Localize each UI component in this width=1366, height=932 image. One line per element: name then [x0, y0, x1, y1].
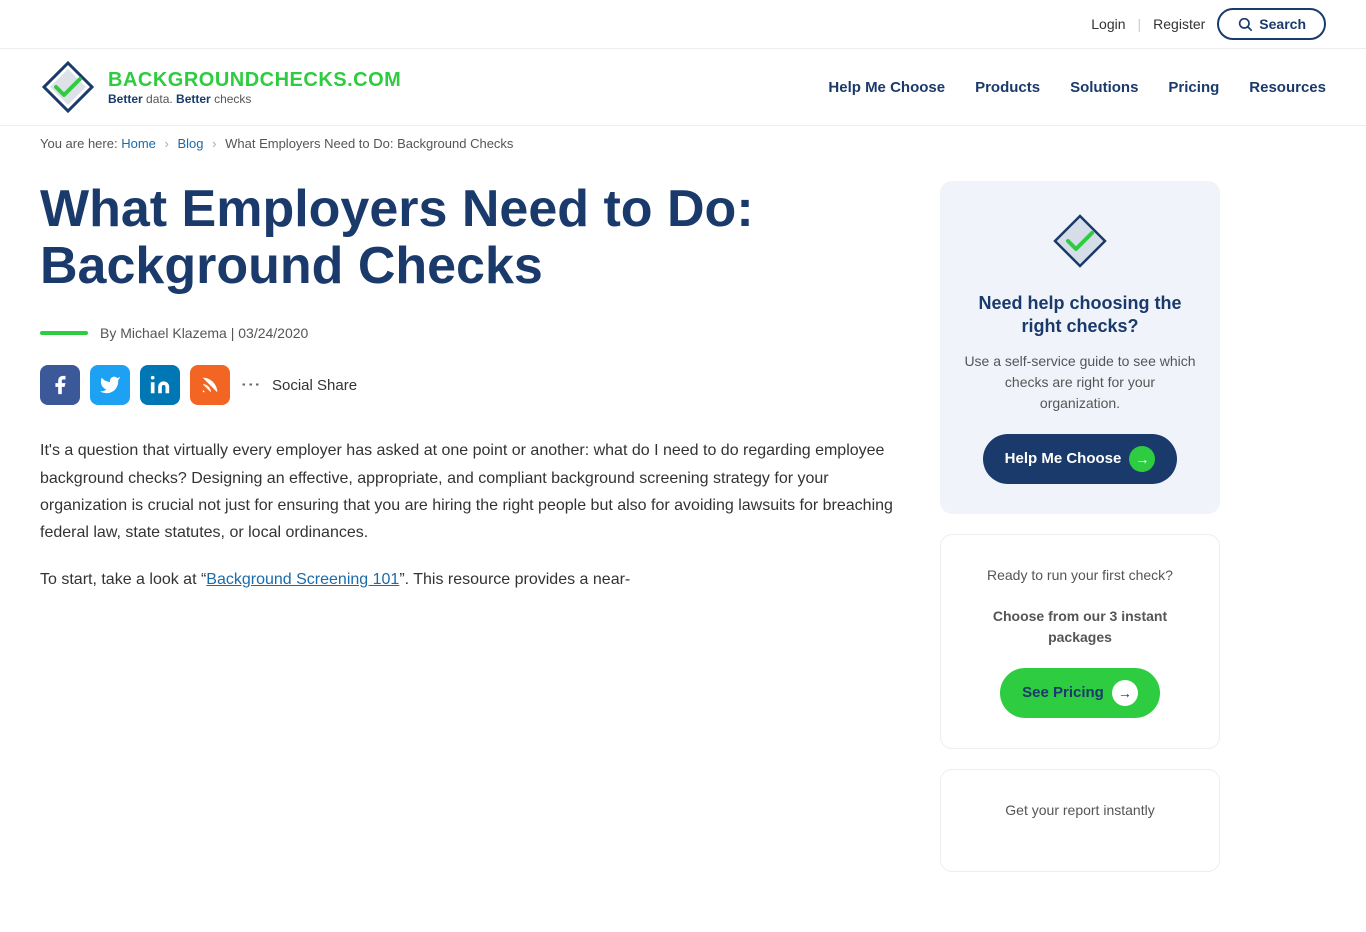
logo-main-text: BACKGROUNDCHECKS.COM — [108, 69, 401, 92]
facebook-icon — [49, 374, 71, 396]
search-icon — [1237, 16, 1253, 32]
sidebar-column: Need help choosing the right checks? Use… — [940, 181, 1220, 892]
help-me-choose-button[interactable]: Help Me Choose → — [983, 434, 1178, 484]
author-line: By Michael Klazema | 03/24/2020 — [40, 325, 900, 341]
main-nav: Help Me Choose Products Solutions Pricin… — [828, 79, 1326, 96]
twitter-icon — [99, 374, 121, 396]
linkedin-icon — [149, 374, 171, 396]
pricing-btn-label: See Pricing — [1022, 684, 1104, 701]
separator: | — [1138, 16, 1142, 32]
sidebar-card-help: Need help choosing the right checks? Use… — [940, 181, 1220, 514]
sidebar-card2-subtitle: Choose from our 3 instant packages — [965, 606, 1195, 648]
help-btn-arrow: → — [1129, 446, 1155, 472]
login-link[interactable]: Login — [1091, 16, 1125, 32]
logo-icon — [40, 59, 96, 115]
search-button[interactable]: Search — [1217, 8, 1326, 40]
top-bar: Login | Register Search — [0, 0, 1366, 49]
linkedin-share-button[interactable] — [140, 365, 180, 405]
header: BACKGROUNDCHECKS.COM Better data. Better… — [0, 49, 1366, 126]
nav-products[interactable]: Products — [975, 79, 1040, 96]
twitter-share-button[interactable] — [90, 365, 130, 405]
help-btn-label: Help Me Choose — [1005, 450, 1122, 467]
sidebar-logo-icon — [1050, 211, 1110, 271]
breadcrumb-sep2: › — [212, 136, 216, 151]
facebook-share-button[interactable] — [40, 365, 80, 405]
breadcrumb-sep1: › — [165, 136, 169, 151]
see-pricing-button[interactable]: See Pricing → — [1000, 668, 1160, 718]
logo-area: BACKGROUNDCHECKS.COM Better data. Better… — [40, 59, 401, 115]
pricing-btn-arrow: → — [1112, 680, 1138, 706]
social-share-row: ⋮ Social Share — [40, 365, 900, 405]
rss-icon — [199, 374, 221, 396]
sidebar-card-pricing: Ready to run your first check? Choose fr… — [940, 534, 1220, 749]
breadcrumb-blog[interactable]: Blog — [178, 136, 204, 151]
main-layout: What Employers Need to Do: Background Ch… — [0, 161, 1366, 932]
nav-resources[interactable]: Resources — [1249, 79, 1326, 96]
article-paragraph-1: It's a question that virtually every emp… — [40, 437, 900, 546]
search-label: Search — [1259, 16, 1306, 32]
sidebar-card2-title: Ready to run your first check? — [965, 565, 1195, 586]
social-share-label: Social Share — [272, 377, 357, 394]
article-body: It's a question that virtually every emp… — [40, 437, 900, 593]
breadcrumb-prefix: You are here: — [40, 136, 118, 151]
sidebar-card-report: Get your report instantly — [940, 769, 1220, 872]
author-bar-decoration — [40, 331, 88, 335]
register-link[interactable]: Register — [1153, 16, 1205, 32]
nav-help-me-choose[interactable]: Help Me Choose — [828, 79, 945, 96]
sidebar-card1-title: Need help choosing the right checks? — [964, 292, 1196, 339]
more-share-options[interactable]: ⋮ — [239, 374, 264, 396]
nav-solutions[interactable]: Solutions — [1070, 79, 1138, 96]
breadcrumb-current: What Employers Need to Do: Background Ch… — [225, 136, 513, 151]
author-text: By Michael Klazema | 03/24/2020 — [100, 325, 308, 341]
breadcrumb-home[interactable]: Home — [121, 136, 156, 151]
article-paragraph-2: To start, take a look at “Background Scr… — [40, 566, 900, 593]
logo-sub-text: Better data. Better checks — [108, 92, 401, 106]
nav-pricing[interactable]: Pricing — [1168, 79, 1219, 96]
breadcrumb: You are here: Home › Blog › What Employe… — [0, 126, 1366, 161]
rss-share-button[interactable] — [190, 365, 230, 405]
article-title: What Employers Need to Do: Background Ch… — [40, 181, 900, 295]
sidebar-card3-text: Get your report instantly — [965, 800, 1195, 821]
sidebar-card1-description: Use a self-service guide to see which ch… — [964, 351, 1196, 414]
article-column: What Employers Need to Do: Background Ch… — [40, 181, 900, 892]
logo-text: BACKGROUNDCHECKS.COM Better data. Better… — [108, 69, 401, 106]
background-screening-link[interactable]: Background Screening 101 — [206, 571, 399, 588]
